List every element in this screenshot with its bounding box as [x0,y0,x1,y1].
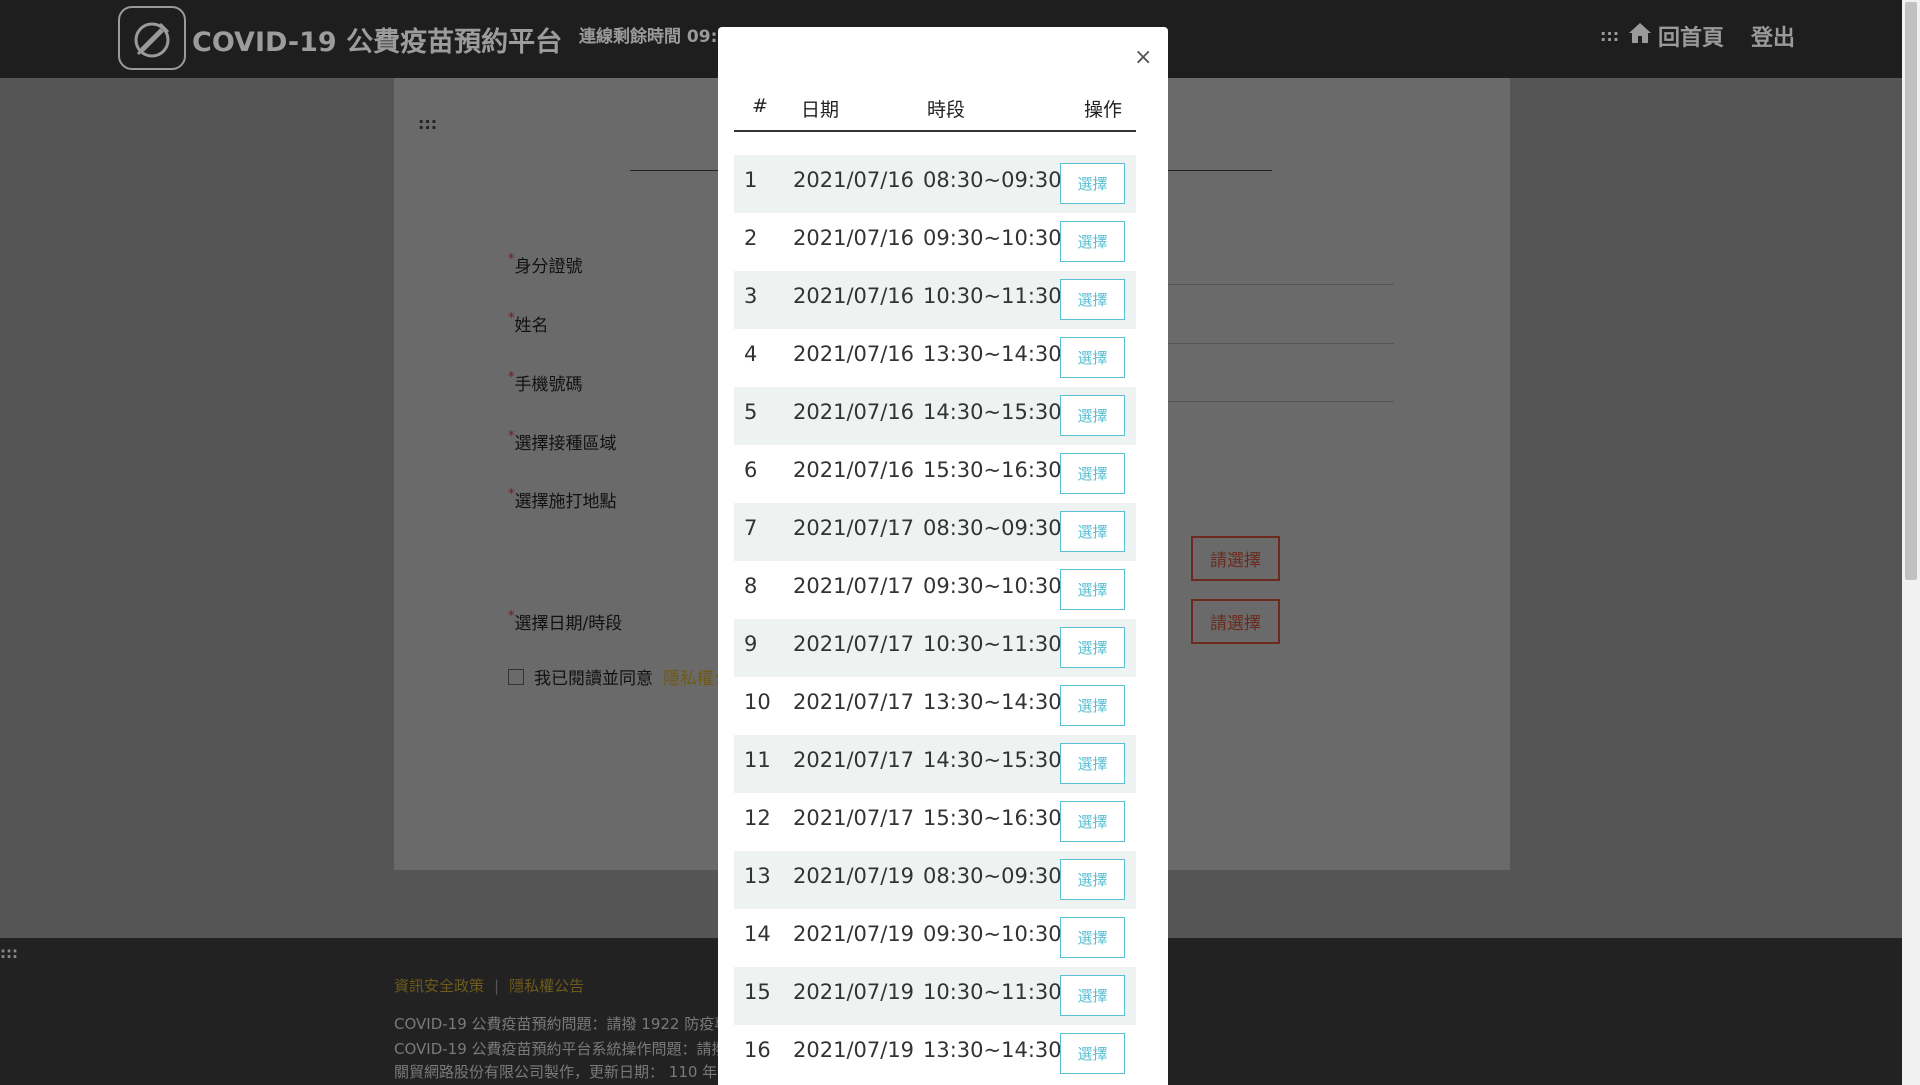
header-time-slot: 時段 [927,99,966,121]
row-date: 2021/07/17 [793,690,915,714]
row-date: 2021/07/19 [793,922,915,946]
row-number: 8 [744,574,758,598]
row-date: 2021/07/16 [793,342,915,366]
row-date: 2021/07/16 [793,284,915,308]
row-number: 16 [744,1038,771,1062]
row-date: 2021/07/17 [793,632,915,656]
row-number: 10 [744,690,771,714]
select-slot-button[interactable]: 選擇 [1060,975,1125,1016]
select-slot-button[interactable]: 選擇 [1060,279,1125,320]
row-date: 2021/07/16 [793,168,915,192]
select-slot-button[interactable]: 選擇 [1060,221,1125,262]
row-time-slot: 09:30~10:30 [923,226,1062,250]
table-row: 12 2021/07/17 15:30~16:30 選擇 [734,793,1136,851]
row-time-slot: 09:30~10:30 [923,574,1062,598]
row-number: 15 [744,980,771,1004]
row-date: 2021/07/17 [793,516,915,540]
table-row: 14 2021/07/19 09:30~10:30 選擇 [734,909,1136,967]
table-row: 10 2021/07/17 13:30~14:30 選擇 [734,677,1136,735]
time-slot-modal: × # 日期 時段 操作 1 2021/07/16 08:30~09:30 選擇 22… [718,27,1168,1085]
row-number: 5 [744,400,758,424]
header-date: 日期 [801,99,840,121]
row-time-slot: 13:30~14:30 [923,690,1062,714]
select-slot-button[interactable]: 選擇 [1060,859,1125,900]
table-row: 1 2021/07/16 08:30~09:30 選擇 [734,155,1136,213]
table-row: 7 2021/07/17 08:30~09:30 選擇 [734,503,1136,561]
select-slot-button[interactable]: 選擇 [1060,1033,1125,1074]
select-slot-button[interactable]: 選擇 [1060,569,1125,610]
select-slot-button[interactable]: 選擇 [1060,801,1125,842]
select-slot-button[interactable]: 選擇 [1060,395,1125,436]
select-slot-button[interactable]: 選擇 [1060,917,1125,958]
row-number: 2 [744,226,758,250]
row-time-slot: 13:30~14:30 [923,1038,1062,1062]
row-date: 2021/07/19 [793,1038,915,1062]
row-number: 7 [744,516,758,540]
row-time-slot: 14:30~15:30 [923,748,1062,772]
row-date: 2021/07/17 [793,574,915,598]
table-row: 3 2021/07/16 10:30~11:30 選擇 [734,271,1136,329]
select-slot-button[interactable]: 選擇 [1060,337,1125,378]
row-time-slot: 10:30~11:30 [923,980,1062,1004]
header-action: 操作 [1084,99,1123,121]
row-date: 2021/07/16 [793,400,915,424]
select-slot-button[interactable]: 選擇 [1060,627,1125,668]
table-row: 11 2021/07/17 14:30~15:30 選擇 [734,735,1136,793]
row-number: 13 [744,864,771,888]
row-date: 2021/07/17 [793,806,915,830]
row-date: 2021/07/16 [793,226,915,250]
table-row: 16 2021/07/19 13:30~14:30 選擇 [734,1025,1136,1083]
scrollbar-thumb[interactable] [1905,2,1917,580]
table-row: 5 2021/07/16 14:30~15:30 選擇 [734,387,1136,445]
slot-table-header: # 日期 時段 操作 [734,87,1136,132]
header-number: # [752,95,768,117]
row-date: 2021/07/17 [793,748,915,772]
row-number: 9 [744,632,758,656]
table-row: 6 2021/07/16 15:30~16:30 選擇 [734,445,1136,503]
row-number: 12 [744,806,771,830]
row-date: 2021/07/16 [793,458,915,482]
select-slot-button[interactable]: 選擇 [1060,511,1125,552]
row-number: 14 [744,922,771,946]
row-number: 6 [744,458,758,482]
row-time-slot: 15:30~16:30 [923,458,1062,482]
row-number: 11 [744,748,771,772]
select-slot-button[interactable]: 選擇 [1060,453,1125,494]
row-date: 2021/07/19 [793,864,915,888]
row-date: 2021/07/19 [793,980,915,1004]
table-row: 9 2021/07/17 10:30~11:30 選擇 [734,619,1136,677]
table-row: 2 2021/07/16 09:30~10:30 選擇 [734,213,1136,271]
row-time-slot: 08:30~09:30 [923,864,1062,888]
row-time-slot: 08:30~09:30 [923,168,1062,192]
row-time-slot: 13:30~14:30 [923,342,1062,366]
row-time-slot: 14:30~15:30 [923,400,1062,424]
table-row: 13 2021/07/19 08:30~09:30 選擇 [734,851,1136,909]
row-number: 1 [744,168,758,192]
table-row: 15 2021/07/19 10:30~11:30 選擇 [734,967,1136,1025]
table-row: 8 2021/07/17 09:30~10:30 選擇 [734,561,1136,619]
slot-table-body: 1 2021/07/16 08:30~09:30 選擇 2 2021/07/16 09:3… [734,155,1136,1083]
row-time-slot: 08:30~09:30 [923,516,1062,540]
select-slot-button[interactable]: 選擇 [1060,685,1125,726]
row-time-slot: 09:30~10:30 [923,922,1062,946]
table-row: 4 2021/07/16 13:30~14:30 選擇 [734,329,1136,387]
select-slot-button[interactable]: 選擇 [1060,163,1125,204]
row-time-slot: 15:30~16:30 [923,806,1062,830]
select-slot-button[interactable]: 選擇 [1060,743,1125,784]
row-time-slot: 10:30~11:30 [923,284,1062,308]
row-time-slot: 10:30~11:30 [923,632,1062,656]
row-number: 3 [744,284,758,308]
row-number: 4 [744,342,758,366]
page-scrollbar[interactable] [1902,0,1920,1085]
close-icon[interactable]: × [1134,45,1152,70]
